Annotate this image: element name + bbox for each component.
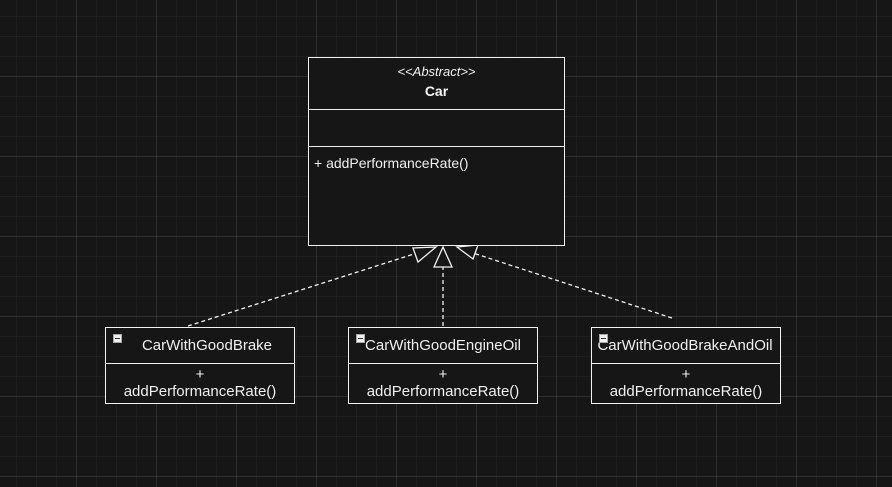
abstract-class-car[interactable]: <<Abstract>> Car + addPerformanceRate() — [308, 57, 565, 246]
realization-line-brake — [187, 252, 418, 327]
operation-name[interactable]: addPerformanceRate() — [106, 383, 294, 400]
class-header: CarWithGoodBrakeAndOil — [592, 328, 780, 364]
diagram-canvas[interactable]: <<Abstract>> Car + addPerformanceRate() … — [0, 0, 892, 487]
class-car-with-good-brake[interactable]: CarWithGoodBrake + addPerformanceRate() — [105, 327, 295, 404]
class-header: <<Abstract>> Car — [309, 58, 564, 110]
operations-compartment[interactable]: + addPerformanceRate() — [349, 364, 537, 400]
realization-arrowhead-engine-oil — [432, 245, 454, 268]
class-name[interactable]: CarWithGoodEngineOil — [365, 337, 521, 354]
operation-visibility: + — [681, 366, 691, 383]
class-name[interactable]: CarWithGoodBrakeAndOil — [597, 337, 772, 354]
realization-arrowhead-brake — [412, 246, 438, 264]
class-name[interactable]: CarWithGoodBrake — [128, 337, 272, 354]
operation-item[interactable]: + addPerformanceRate() — [314, 155, 559, 172]
class-header: CarWithGoodEngineOil — [349, 328, 537, 364]
operations-compartment[interactable]: + addPerformanceRate() — [309, 147, 564, 172]
collapse-icon[interactable] — [356, 334, 365, 343]
realization-line-brake-and-oil — [472, 252, 673, 319]
realization-arrowhead-brake-and-oil — [455, 244, 479, 261]
class-header: CarWithGoodBrake — [106, 328, 294, 364]
class-name[interactable]: Car — [309, 79, 564, 103]
class-car-with-good-engine-oil[interactable]: CarWithGoodEngineOil + addPerformanceRat… — [348, 327, 538, 404]
collapse-icon[interactable] — [599, 334, 608, 343]
class-car-with-good-brake-and-oil[interactable]: CarWithGoodBrakeAndOil + addPerformanceR… — [591, 327, 781, 404]
operation-name[interactable]: addPerformanceRate() — [349, 383, 537, 400]
attributes-compartment[interactable] — [309, 110, 564, 147]
class-stereotype: <<Abstract>> — [397, 64, 476, 79]
operation-name[interactable]: addPerformanceRate() — [592, 383, 780, 400]
operation-visibility: + — [195, 366, 205, 383]
operations-compartment[interactable]: + addPerformanceRate() — [106, 364, 294, 400]
operations-compartment[interactable]: + addPerformanceRate() — [592, 364, 780, 400]
collapse-icon[interactable] — [113, 334, 122, 343]
operation-visibility: + — [438, 366, 448, 383]
